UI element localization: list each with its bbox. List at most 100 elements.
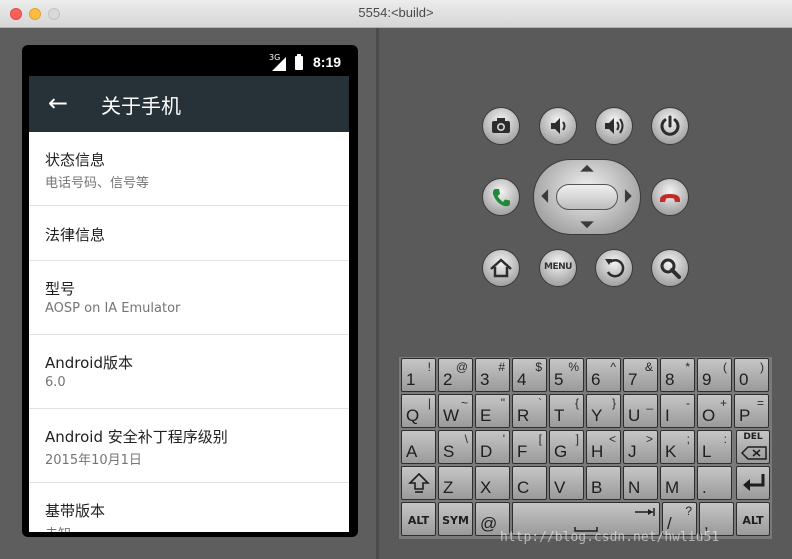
key-4[interactable]: 4 $ bbox=[512, 358, 547, 392]
key-main-label: M bbox=[665, 478, 680, 497]
settings-item-summary: 2015年10月1日 bbox=[45, 453, 142, 468]
key-2[interactable]: 2 @ bbox=[438, 358, 473, 392]
key-main-label: N bbox=[628, 478, 641, 497]
call-button[interactable] bbox=[482, 178, 520, 216]
key-del[interactable]: DEL bbox=[736, 430, 770, 464]
key-main-label: G bbox=[554, 442, 568, 461]
settings-item-android-version[interactable]: Android版本 6.0 bbox=[29, 335, 349, 409]
key-q[interactable]: Q | bbox=[401, 394, 436, 428]
key-alt-label: = bbox=[756, 396, 764, 410]
key-main-label: L bbox=[702, 442, 712, 461]
home-button[interactable] bbox=[482, 249, 520, 287]
settings-item-title: 法律信息 bbox=[45, 226, 106, 244]
key-main-label: 9 bbox=[702, 370, 712, 389]
key-v[interactable]: V bbox=[549, 466, 584, 500]
settings-item-legal[interactable]: 法律信息 bbox=[29, 206, 349, 261]
volume-up-button[interactable] bbox=[595, 107, 633, 145]
shift-icon bbox=[408, 472, 430, 493]
key-j[interactable]: J > bbox=[623, 430, 658, 464]
key-c[interactable]: C bbox=[512, 466, 547, 500]
power-button[interactable] bbox=[651, 107, 689, 145]
key-alt-right[interactable]: ALT bbox=[736, 502, 770, 536]
key-alt-label: ; bbox=[686, 432, 690, 446]
dpad[interactable] bbox=[533, 159, 641, 235]
key-l[interactable]: L: bbox=[697, 430, 732, 464]
settings-item-baseband[interactable]: 基带版本 未知 bbox=[29, 483, 349, 532]
key-main-label: Y bbox=[591, 406, 603, 425]
key-main-label: T bbox=[554, 406, 565, 425]
key-alt-left[interactable]: ALT bbox=[401, 502, 436, 536]
key-a[interactable]: A bbox=[401, 430, 436, 464]
key-x[interactable]: X bbox=[475, 466, 510, 500]
key-o[interactable]: O + bbox=[697, 394, 732, 428]
key-main-label: 1 bbox=[406, 370, 416, 389]
key-alt-left-label: ALT bbox=[407, 514, 430, 527]
settings-item-security-patch[interactable]: Android 安全补丁程序级别 2015年10月1日 bbox=[29, 409, 349, 483]
hw-back-button[interactable] bbox=[595, 249, 633, 287]
enter-icon bbox=[743, 474, 765, 491]
key-5[interactable]: 5% bbox=[549, 358, 584, 392]
key-main-label: C bbox=[517, 478, 530, 497]
key-n[interactable]: N bbox=[623, 466, 658, 500]
key-p[interactable]: P = bbox=[734, 394, 769, 428]
key-k[interactable]: K; bbox=[660, 430, 695, 464]
key-main-label: 2 bbox=[443, 370, 453, 389]
key-at-label: @ bbox=[480, 514, 498, 533]
settings-item-status[interactable]: 状态信息 电话号码、信号等 bbox=[29, 132, 349, 206]
settings-item-summary: 电话号码、信号等 bbox=[45, 176, 150, 191]
end-call-icon bbox=[660, 194, 680, 202]
key-f[interactable]: F[ bbox=[512, 430, 547, 464]
hw-search-button[interactable] bbox=[651, 249, 689, 287]
key-alt-label: ^ bbox=[610, 360, 616, 374]
key-7[interactable]: 7 & bbox=[623, 358, 658, 392]
end-call-button[interactable] bbox=[651, 178, 689, 216]
back-icon bbox=[605, 259, 625, 278]
key-alt-label: \ bbox=[464, 432, 468, 446]
key-slash-alt: ? bbox=[685, 504, 692, 518]
key-z[interactable]: Z bbox=[438, 466, 473, 500]
key-0[interactable]: 0) bbox=[734, 358, 769, 392]
search-icon bbox=[660, 258, 681, 279]
key-t[interactable]: T{ bbox=[549, 394, 584, 428]
settings-item-title: 基带版本 bbox=[45, 502, 106, 520]
key-6[interactable]: 6 ^ bbox=[586, 358, 621, 392]
camera-button[interactable] bbox=[482, 107, 520, 145]
key-r[interactable]: R ` bbox=[512, 394, 547, 428]
key-h[interactable]: H < bbox=[586, 430, 621, 464]
key-period[interactable]: . bbox=[697, 466, 732, 500]
key-i[interactable]: I- bbox=[660, 394, 695, 428]
key-enter[interactable] bbox=[736, 466, 770, 500]
settings-item-summary: 未知 bbox=[45, 523, 71, 532]
key-main-label: 4 bbox=[517, 370, 527, 389]
settings-item-model[interactable]: 型号 AOSP on IA Emulator bbox=[29, 261, 349, 335]
key-shift[interactable] bbox=[401, 466, 436, 500]
menu-label: MENU bbox=[544, 262, 572, 272]
key-e[interactable]: E " bbox=[475, 394, 510, 428]
key-alt-label: [ bbox=[538, 432, 542, 446]
key-main-label: Q bbox=[406, 406, 420, 425]
key-u[interactable]: U _ bbox=[623, 394, 658, 428]
key-9[interactable]: 9( bbox=[697, 358, 732, 392]
key-3[interactable]: 3 # bbox=[475, 358, 510, 392]
menu-button[interactable]: MENU bbox=[539, 249, 577, 287]
settings-item-title: Android 安全补丁程序级别 bbox=[45, 428, 228, 446]
page-title: 关于手机 bbox=[101, 94, 181, 118]
key-d[interactable]: D ' bbox=[475, 430, 510, 464]
key-1[interactable]: 1! bbox=[401, 358, 436, 392]
key-sym[interactable]: SYM bbox=[438, 502, 473, 536]
call-icon bbox=[492, 189, 510, 207]
key-s[interactable]: S \ bbox=[438, 430, 473, 464]
arrow-back-icon[interactable]: ← bbox=[45, 90, 71, 116]
volume-down-icon bbox=[551, 118, 566, 134]
key-g[interactable]: G] bbox=[549, 430, 584, 464]
key-m[interactable]: M bbox=[660, 466, 695, 500]
settings-list: 状态信息 电话号码、信号等 法律信息 型号 AOSP on IA Emulato… bbox=[29, 132, 349, 532]
power-icon bbox=[660, 115, 680, 136]
key-w[interactable]: W ~ bbox=[438, 394, 473, 428]
key-b[interactable]: B bbox=[586, 466, 621, 500]
key-y[interactable]: Y} bbox=[586, 394, 621, 428]
dpad-center-button[interactable] bbox=[556, 184, 618, 210]
key-main-label: . bbox=[702, 478, 707, 497]
volume-down-button[interactable] bbox=[539, 107, 577, 145]
key-8[interactable]: 8 * bbox=[660, 358, 695, 392]
